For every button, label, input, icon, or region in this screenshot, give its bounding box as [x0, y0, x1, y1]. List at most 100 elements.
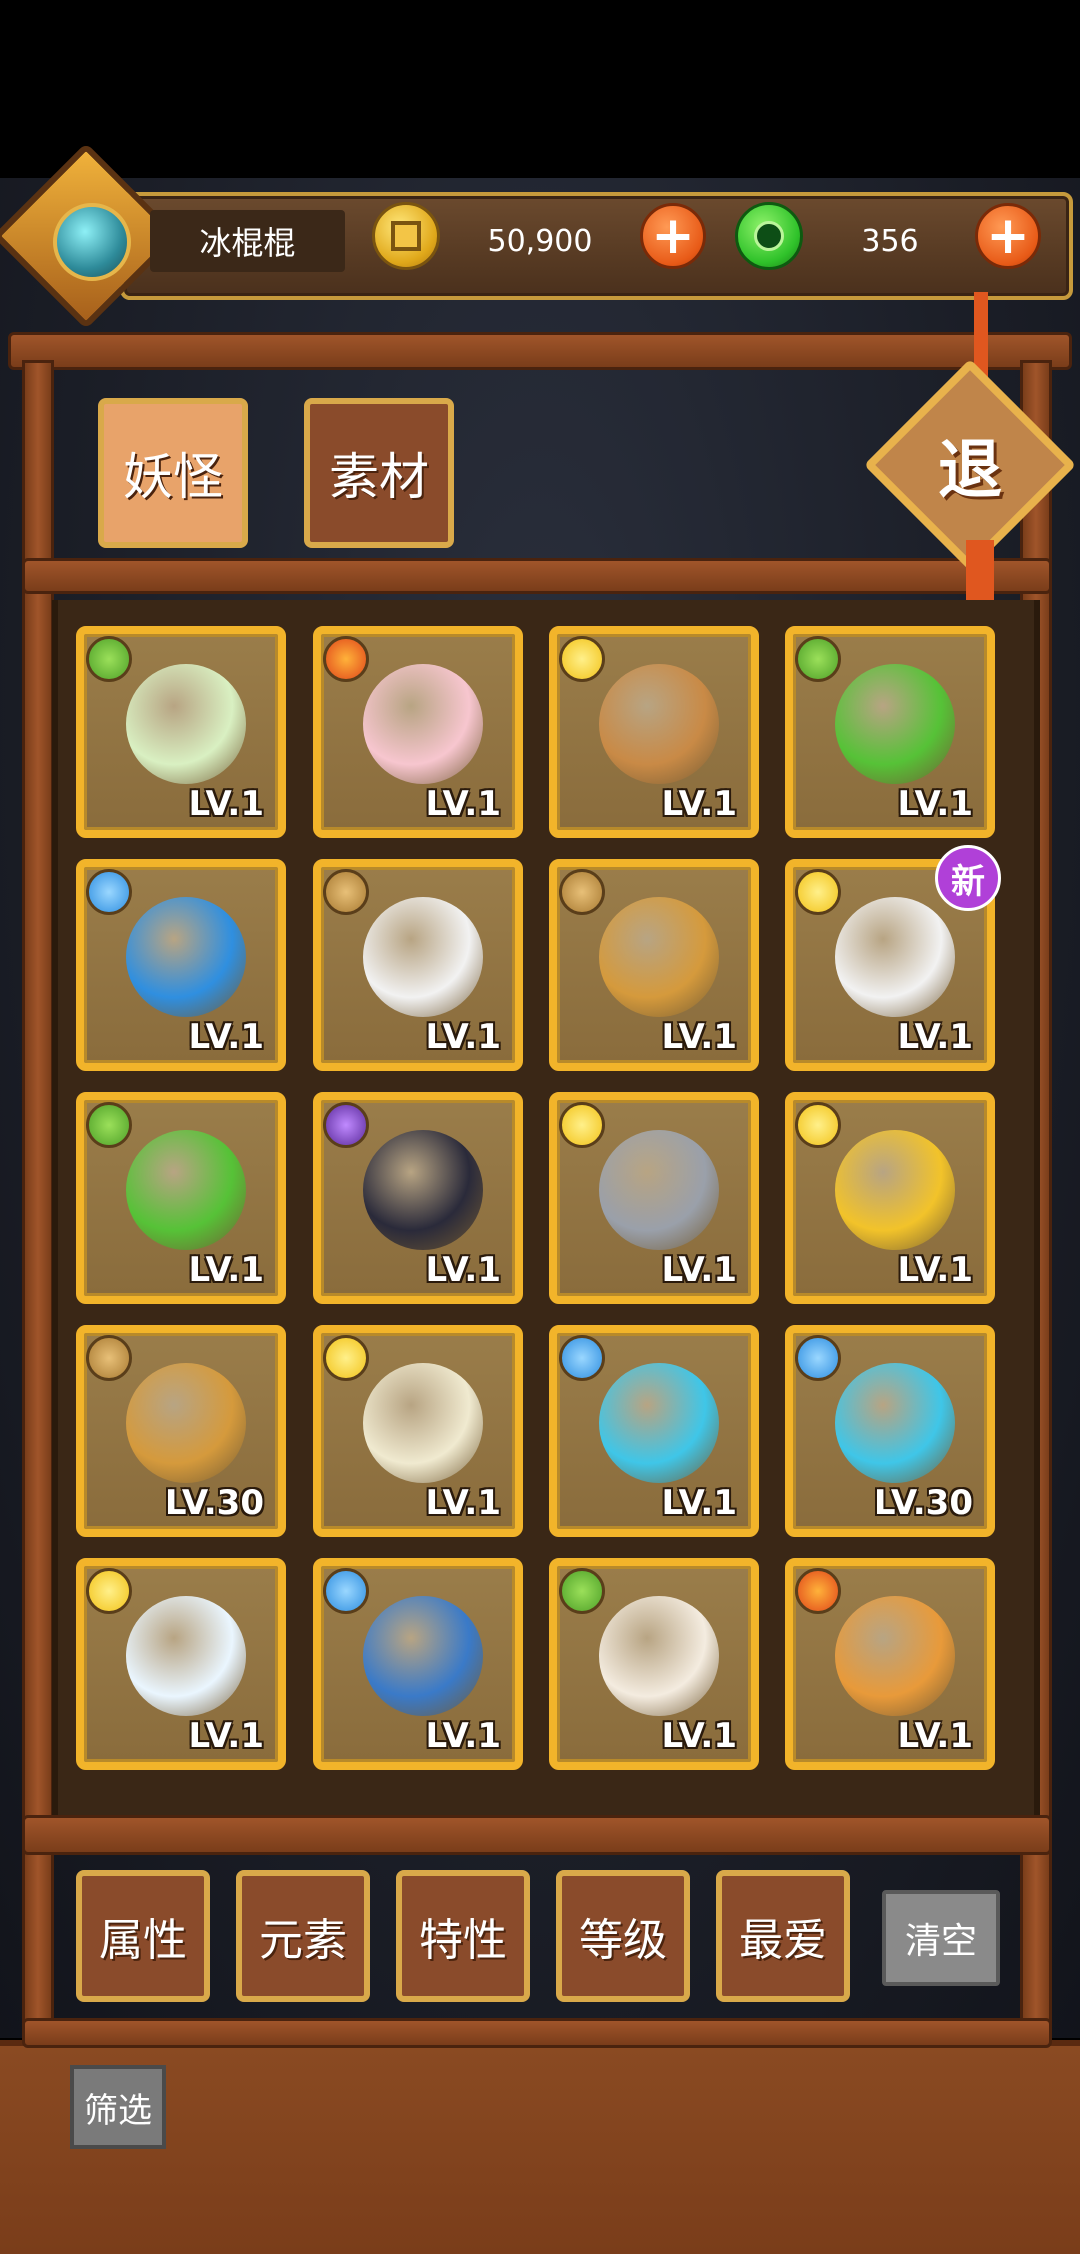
sun-element-icon	[559, 636, 605, 682]
monster-card[interactable]: LV.1	[76, 1558, 286, 1770]
status-bar-area	[0, 0, 1080, 178]
monster-portrait	[599, 1596, 719, 1716]
monster-card[interactable]: LV.1	[549, 1325, 759, 1537]
monster-card[interactable]: LV.1	[785, 1558, 995, 1770]
tab-materials[interactable]: 素材	[304, 398, 454, 548]
filter-trait-button[interactable]: 特性	[396, 1870, 530, 2002]
mountain-element-icon	[86, 1335, 132, 1381]
monster-card[interactable]: LV.1	[313, 626, 523, 838]
level-label: LV.1	[897, 1250, 974, 1290]
monster-card[interactable]: LV.1	[313, 859, 523, 1071]
add-gems-button[interactable]: +	[975, 203, 1041, 269]
leaf-element-icon	[86, 1102, 132, 1148]
mountain-element-icon	[559, 869, 605, 915]
level-label: LV.1	[897, 1017, 974, 1057]
monster-portrait	[126, 1363, 246, 1483]
monster-portrait	[599, 664, 719, 784]
add-coins-button[interactable]: +	[640, 203, 706, 269]
monster-card[interactable]: LV.1	[76, 626, 286, 838]
filter-attribute-button[interactable]: 属性	[76, 1870, 210, 2002]
monster-portrait	[363, 1130, 483, 1250]
monster-card[interactable]: LV.1	[313, 1558, 523, 1770]
level-label: LV.1	[425, 1716, 502, 1756]
water-element-icon	[86, 869, 132, 915]
level-label: LV.30	[873, 1483, 973, 1523]
monster-card[interactable]: LV.1	[549, 626, 759, 838]
monster-card[interactable]: LV.1	[549, 1092, 759, 1304]
leaf-element-icon	[86, 636, 132, 682]
monster-portrait	[599, 897, 719, 1017]
monster-portrait	[835, 1130, 955, 1250]
gem-count: 356	[861, 223, 919, 259]
level-label: LV.1	[425, 784, 502, 824]
monster-portrait	[835, 1596, 955, 1716]
level-label: LV.30	[164, 1483, 264, 1523]
tab-monsters[interactable]: 妖怪	[98, 398, 248, 548]
filter-element-button[interactable]: 元素	[236, 1870, 370, 2002]
monster-card[interactable]: LV.30	[76, 1325, 286, 1537]
monster-card[interactable]: LV.1	[76, 1092, 286, 1304]
monster-portrait	[126, 1596, 246, 1716]
clear-button[interactable]: 清空	[882, 1890, 1000, 1986]
base-beam	[22, 2018, 1052, 2048]
coin-count: 50,900	[487, 223, 593, 259]
player-name: 冰棍棍	[150, 210, 345, 272]
sun-element-icon	[323, 1335, 369, 1381]
level-label: LV.1	[188, 784, 265, 824]
monster-card[interactable]: LV.30	[785, 1325, 995, 1537]
level-label: LV.1	[425, 1017, 502, 1057]
filter-level-button[interactable]: 等级	[556, 1870, 690, 2002]
moon-element-icon	[323, 1102, 369, 1148]
new-badge: 新	[935, 845, 1001, 911]
level-label: LV.1	[188, 1716, 265, 1756]
monster-portrait	[835, 897, 955, 1017]
level-label: LV.1	[661, 1483, 738, 1523]
avatar[interactable]	[32, 182, 152, 302]
mountain-element-icon	[323, 869, 369, 915]
monster-portrait	[835, 664, 955, 784]
level-label: LV.1	[188, 1017, 265, 1057]
monster-portrait	[363, 1363, 483, 1483]
monster-card[interactable]: LV.1	[549, 859, 759, 1071]
screen-button[interactable]: 筛选	[70, 2065, 166, 2149]
water-element-icon	[559, 1335, 605, 1381]
monster-card[interactable]: LV.1	[313, 1092, 523, 1304]
coin-icon	[372, 202, 440, 270]
monster-card[interactable]: LV.1	[313, 1325, 523, 1537]
sun-element-icon	[795, 869, 841, 915]
level-label: LV.1	[661, 1250, 738, 1290]
monster-portrait	[599, 1130, 719, 1250]
avatar-icon	[53, 203, 131, 281]
leaf-element-icon	[559, 1568, 605, 1614]
sun-element-icon	[795, 1102, 841, 1148]
water-element-icon	[323, 1568, 369, 1614]
sun-element-icon	[86, 1568, 132, 1614]
monster-portrait	[126, 664, 246, 784]
monster-card[interactable]: LV.1	[76, 859, 286, 1071]
lower-beam	[22, 1815, 1052, 1855]
fire-element-icon	[795, 1568, 841, 1614]
monster-card[interactable]: LV.1	[785, 626, 995, 838]
water-element-icon	[795, 1335, 841, 1381]
level-label: LV.1	[661, 784, 738, 824]
level-label: LV.1	[897, 784, 974, 824]
top-beam	[8, 332, 1072, 370]
left-post	[22, 360, 54, 2040]
monster-portrait	[126, 1130, 246, 1250]
level-label: LV.1	[425, 1250, 502, 1290]
monster-portrait	[835, 1363, 955, 1483]
level-label: LV.1	[897, 1716, 974, 1756]
monster-card[interactable]: LV.1	[549, 1558, 759, 1770]
filter-favorite-button[interactable]: 最爱	[716, 1870, 850, 2002]
monster-portrait	[126, 897, 246, 1017]
exit-button[interactable]: 退	[895, 390, 1045, 540]
monster-card[interactable]: LV.1	[785, 1092, 995, 1304]
shelf-beam	[22, 558, 1052, 594]
monster-portrait	[363, 897, 483, 1017]
monster-portrait	[363, 664, 483, 784]
monster-portrait	[599, 1363, 719, 1483]
gem-icon	[735, 202, 803, 270]
level-label: LV.1	[188, 1250, 265, 1290]
fire-element-icon	[323, 636, 369, 682]
level-label: LV.1	[661, 1017, 738, 1057]
